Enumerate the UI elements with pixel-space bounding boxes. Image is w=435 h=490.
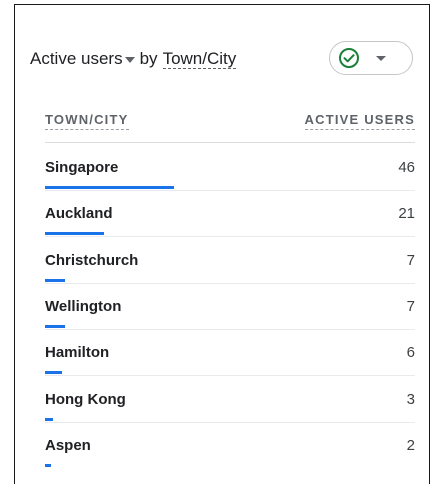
share-bar [45, 463, 51, 467]
dimension-selector[interactable]: Town/City [162, 49, 237, 69]
table-row[interactable]: Christchurch 7 [45, 237, 415, 284]
header-divider [45, 142, 415, 143]
table-row[interactable]: Hamilton 6 [45, 329, 415, 377]
share-bar [45, 278, 65, 282]
share-bar [45, 324, 65, 328]
city-name: Hamilton [45, 344, 110, 362]
share-bar [45, 371, 62, 375]
table-row[interactable]: Wellington 7 [45, 283, 415, 330]
city-name: Wellington [45, 297, 122, 315]
column-header-town-city[interactable]: TOWN/CITY [45, 112, 129, 130]
share-bar [45, 417, 54, 421]
metric-selector[interactable]: Active users [30, 49, 140, 69]
city-name: Christchurch [45, 251, 139, 269]
active-users-count: 2 [406, 436, 415, 454]
share-bar [45, 186, 174, 189]
active-users-count: 6 [406, 344, 415, 362]
chevron-down-icon [376, 55, 386, 61]
city-name: Singapore [45, 159, 119, 176]
active-users-count: 46 [398, 159, 415, 176]
column-header-active-users[interactable]: ACTIVE USERS [304, 112, 415, 130]
share-bar [45, 232, 104, 236]
city-name: Aspen [45, 436, 91, 454]
city-name: Hong Kong [45, 390, 126, 408]
city-name: Auckland [45, 205, 113, 223]
active-users-count: 7 [406, 297, 415, 315]
by-label: by [139, 49, 158, 68]
active-users-count: 3 [406, 390, 415, 408]
caret-down-icon [124, 57, 135, 63]
comparison-button[interactable] [329, 41, 413, 75]
check-circle-icon [339, 48, 359, 68]
metric-label: Active users [30, 49, 123, 68]
active-users-count: 21 [398, 205, 415, 223]
table-row[interactable]: Auckland 21 [45, 190, 415, 238]
active-users-count: 7 [406, 251, 415, 269]
table-row[interactable]: Aspen 2 [45, 422, 415, 468]
table-row[interactable]: Hong Kong 3 [45, 376, 415, 423]
table-row[interactable]: Singapore 46 [45, 144, 415, 191]
card-title: Active users by Town/City [30, 42, 237, 76]
